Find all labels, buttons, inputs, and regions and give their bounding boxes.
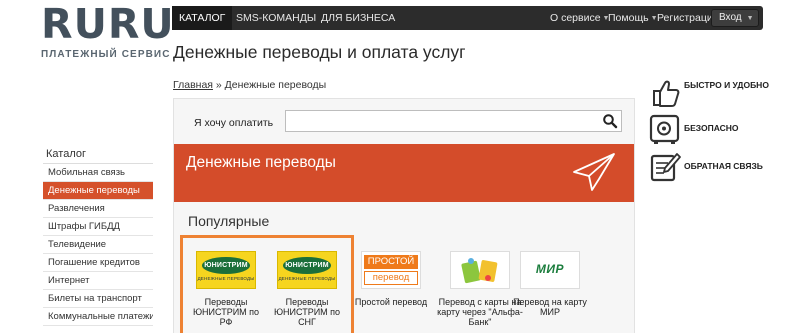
search-input[interactable]	[285, 110, 622, 132]
top-navbar: КАТАЛОГ SMS-КОМАНДЫ ДЛЯ БИЗНЕСА О сервис…	[172, 6, 763, 30]
unistream-logo-oval: ЮНИСТРИМ	[202, 257, 250, 274]
banner-title: Денежные переводы	[186, 154, 336, 171]
service-caption: Переводы ЮНИСТРИМ по СНГ	[273, 297, 341, 327]
service-caption: Переводы ЮНИСТРИМ по РФ	[192, 297, 260, 327]
simple-transfer-logo-line2: перевод	[364, 271, 418, 285]
feature-label: ОБРАТНАЯ СВЯЗЬ	[684, 161, 763, 171]
search-label: Я хочу оплатить	[194, 117, 274, 129]
feature-feedback[interactable]: ОБРАТНАЯ СВЯЗЬ	[648, 150, 778, 184]
logo[interactable]: RURU ПЛАТЕЖНЫЙ СЕРВИС	[41, 0, 175, 60]
paper-plane-icon	[573, 153, 615, 191]
service-unistream-rf[interactable]: ЮНИСТРИМ ДЕНЕЖНЫЕ ПЕРЕВОДЫ Переводы ЮНИС…	[186, 251, 266, 327]
search-icon[interactable]	[602, 113, 618, 129]
simple-transfer-logo: ПРОСТОЙ перевод	[361, 251, 421, 289]
chevron-down-icon: ▼	[746, 15, 754, 22]
sidebar-item-transport-tickets[interactable]: Билеты на транспорт	[43, 290, 153, 308]
mir-logo-text: МИР	[535, 262, 565, 276]
sidebar-item-internet[interactable]: Интернет	[43, 272, 153, 290]
main-panel: Я хочу оплатить Денежные переводы Популя…	[173, 98, 635, 333]
login-button[interactable]: Вход ▼	[711, 9, 759, 27]
nav-sms-commands[interactable]: SMS-КОМАНДЫ	[236, 6, 316, 30]
sidebar-item-loan-repayment[interactable]: Погашение кредитов	[43, 254, 153, 272]
popular-title: Популярные	[188, 213, 270, 229]
sidebar-title: Каталог	[43, 148, 153, 164]
nav-catalog[interactable]: КАТАЛОГ	[172, 6, 233, 30]
unistream-logo-oval: ЮНИСТРИМ	[283, 257, 331, 274]
service-caption: Перевод на карту МИР	[513, 297, 587, 317]
breadcrumb: Главная » Денежные переводы	[173, 79, 326, 91]
category-banner: Денежные переводы	[174, 144, 634, 202]
breadcrumb-separator: »	[215, 79, 222, 91]
service-unistream-cis[interactable]: ЮНИСТРИМ ДЕНЕЖНЫЕ ПЕРЕВОДЫ Переводы ЮНИС…	[267, 251, 347, 327]
feedback-icon	[650, 153, 681, 182]
card-transfer-logo	[450, 251, 510, 289]
card-transfer-icon	[461, 258, 498, 284]
logo-word: RURU	[41, 0, 175, 48]
safe-icon	[649, 114, 680, 144]
service-simple-transfer[interactable]: ПРОСТОЙ перевод Простой перевод	[351, 251, 431, 307]
service-caption: Простой перевод	[354, 297, 428, 307]
unistream-logo-text: ЮНИСТРИМ	[285, 262, 329, 269]
simple-transfer-logo-line1: ПРОСТОЙ	[364, 255, 418, 269]
thumbs-up-icon	[653, 80, 680, 107]
service-mir-card-transfer[interactable]: МИР Перевод на карту МИР	[510, 251, 590, 317]
unistream-logo-subtext: ДЕНЕЖНЫЕ ПЕРЕВОДЫ	[197, 276, 255, 281]
nav-about-label: О сервисе	[550, 12, 601, 24]
login-label: Вход	[719, 12, 742, 23]
unistream-logo: ЮНИСТРИМ ДЕНЕЖНЫЕ ПЕРЕВОДЫ	[277, 251, 337, 289]
sidebar-item-utilities[interactable]: Коммунальные платежи,	[43, 308, 153, 326]
sidebar-item-entertainment[interactable]: Развлечения	[43, 200, 153, 218]
catalog-sidebar: Каталог Мобильная связь Денежные перевод…	[43, 148, 153, 326]
feature-label: БЫСТРО И УДОБНО	[684, 80, 769, 90]
sidebar-item-television[interactable]: Телевидение	[43, 236, 153, 254]
breadcrumb-home-link[interactable]: Главная	[173, 79, 213, 91]
nav-help-label: Помощь	[608, 12, 649, 24]
unistream-logo-subtext: ДЕНЕЖНЫЕ ПЕРЕВОДЫ	[278, 276, 336, 281]
nav-register[interactable]: Регистрация	[657, 6, 718, 30]
nav-about[interactable]: О сервисе ▼	[550, 6, 609, 30]
nav-for-business[interactable]: ДЛЯ БИЗНЕСА	[321, 6, 395, 30]
feature-label: БЕЗОПАСНО	[684, 123, 739, 133]
sidebar-item-money-transfers[interactable]: Денежные переводы	[43, 182, 153, 200]
sidebar-item-traffic-fines[interactable]: Штрафы ГИБДД	[43, 218, 153, 236]
nav-help[interactable]: Помощь ▼	[608, 6, 658, 30]
feature-fast-convenient: БЫСТРО И УДОБНО	[648, 76, 778, 110]
breadcrumb-current: Денежные переводы	[224, 79, 327, 91]
sidebar-item-mobile[interactable]: Мобильная связь	[43, 164, 153, 182]
unistream-logo: ЮНИСТРИМ ДЕНЕЖНЫЕ ПЕРЕВОДЫ	[196, 251, 256, 289]
logo-subtitle: ПЛАТЕЖНЫЙ СЕРВИС	[41, 49, 171, 60]
mir-logo: МИР	[520, 251, 580, 289]
feature-secure: БЕЗОПАСНО	[648, 112, 778, 146]
unistream-logo-text: ЮНИСТРИМ	[204, 262, 248, 269]
page-title: Денежные переводы и оплата услуг	[173, 42, 466, 62]
